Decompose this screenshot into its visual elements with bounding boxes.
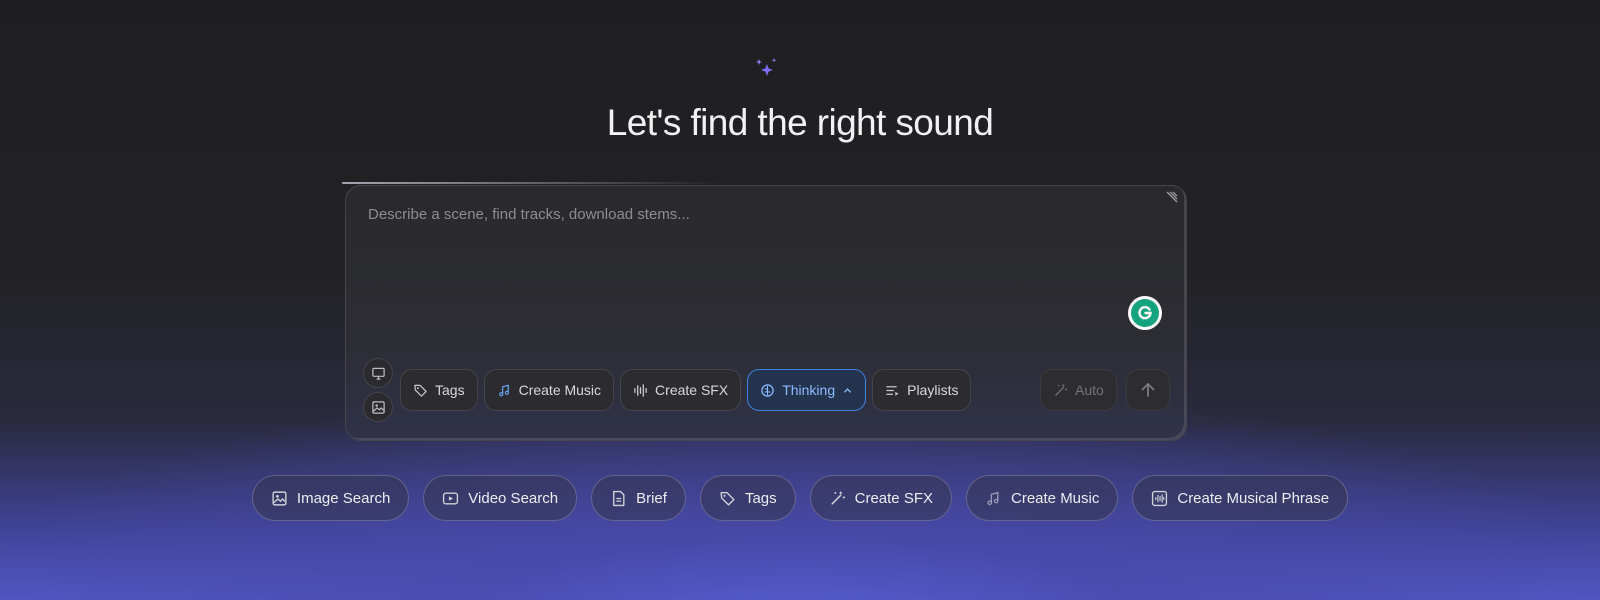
image-upload-button[interactable]: [363, 392, 393, 422]
waveform-box-icon: [1152, 490, 1168, 506]
magic-wand-icon: [1055, 383, 1068, 396]
document-icon: [613, 490, 625, 506]
monitor-icon: [371, 367, 385, 380]
tool-thinking[interactable]: Thinking: [747, 369, 867, 411]
tool-create-music-label: Create Music: [518, 382, 602, 398]
resize-handle-icon[interactable]: [1164, 191, 1178, 205]
suggestion-label: Create Musical Phrase: [1177, 489, 1330, 507]
tool-playlists-label: Playlists: [907, 382, 959, 398]
playlist-icon: [886, 385, 899, 396]
music-note-icon: [498, 384, 509, 396]
screen-capture-button[interactable]: [363, 358, 393, 388]
tool-playlists[interactable]: Playlists: [872, 369, 972, 411]
suggestion-label: Brief: [636, 489, 667, 507]
tool-thinking-label: Thinking: [782, 382, 836, 398]
suggestion-label: Image Search: [296, 489, 391, 507]
brain-icon: [761, 383, 774, 397]
suggestion-label: Tags: [744, 489, 777, 507]
music-note-icon: [987, 491, 999, 505]
suggestion-label: Video Search: [468, 489, 559, 507]
suggestion-chips: Image Search Video Search Brief Tags Cre…: [0, 475, 1600, 521]
prompt-composer: Tags Create Music Create SFX Thinking: [342, 182, 1187, 441]
suggestion-tags[interactable]: Tags: [699, 475, 796, 521]
suggestion-label: Create SFX: [854, 489, 933, 507]
suggestion-create-music[interactable]: Create Music: [966, 475, 1119, 521]
suggestion-create-sfx[interactable]: Create SFX: [809, 475, 952, 521]
sparkle-icon: [756, 58, 777, 76]
auto-mode-button[interactable]: Auto: [1040, 369, 1117, 411]
send-button[interactable]: [1126, 369, 1170, 411]
magic-wand-icon: [831, 491, 845, 505]
image-icon: [371, 400, 385, 414]
video-icon: [443, 491, 459, 505]
tool-tags-label: Tags: [435, 382, 465, 398]
tag-icon: [414, 384, 427, 397]
tag-icon: [720, 491, 735, 506]
page-title: Let's find the right sound: [606, 102, 994, 143]
prompt-input[interactable]: [368, 206, 1128, 326]
tool-create-sfx[interactable]: Create SFX: [620, 369, 742, 411]
grammarly-icon[interactable]: [1128, 296, 1162, 330]
suggestion-label: Create Music: [1011, 489, 1100, 507]
tool-tags[interactable]: Tags: [400, 369, 478, 411]
chevron-up-icon[interactable]: [842, 385, 853, 396]
tool-create-music[interactable]: Create Music: [483, 369, 615, 411]
suggestion-brief[interactable]: Brief: [591, 475, 686, 521]
arrow-up-icon: [1141, 383, 1155, 397]
auto-mode-label: Auto: [1075, 382, 1104, 398]
waveform-icon: [634, 383, 647, 397]
suggestion-create-musical-phrase[interactable]: Create Musical Phrase: [1132, 475, 1349, 521]
tool-create-sfx-label: Create SFX: [655, 382, 729, 398]
suggestion-image-search[interactable]: Image Search: [251, 475, 410, 521]
suggestion-video-search[interactable]: Video Search: [423, 475, 578, 521]
image-icon: [272, 490, 287, 506]
